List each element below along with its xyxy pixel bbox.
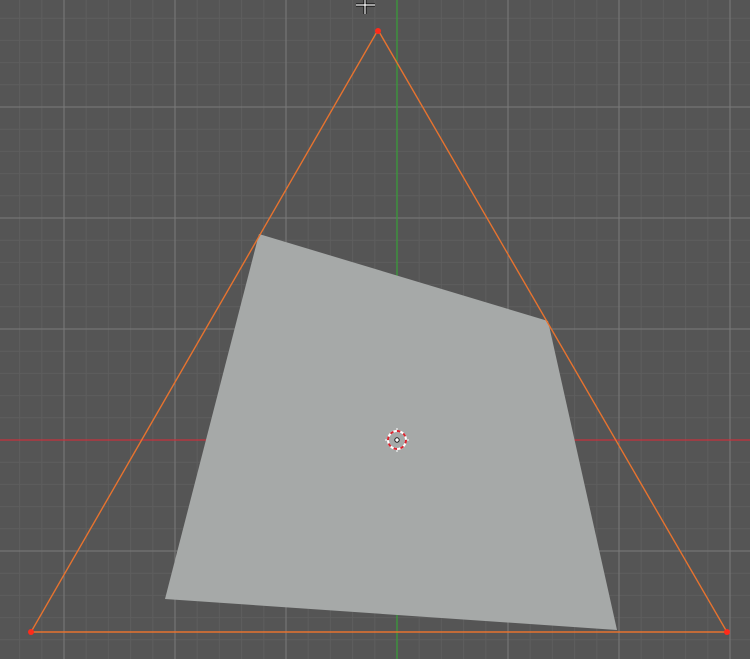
viewport-3d[interactable] [0, 0, 750, 659]
vertex-bottom-right[interactable] [724, 629, 730, 635]
viewport-canvas[interactable] [0, 0, 750, 659]
vertex-bottom-left[interactable] [28, 629, 34, 635]
crosshair-cursor-icon [356, 0, 375, 14]
vertex-top[interactable] [375, 28, 381, 34]
